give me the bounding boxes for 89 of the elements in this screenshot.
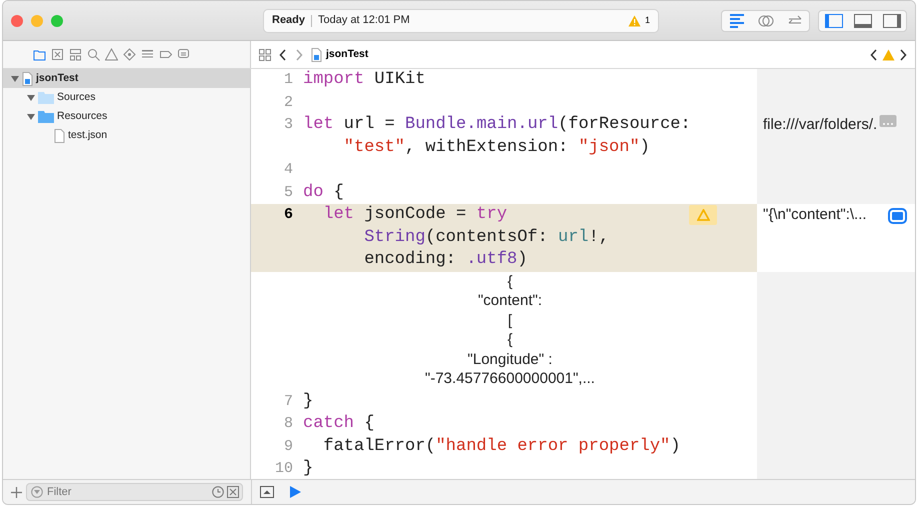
- grid-icon: [259, 48, 271, 60]
- quick-look-button[interactable]: [888, 208, 907, 224]
- window-control-button[interactable]: [51, 14, 63, 26]
- panel-layout-icon: [852, 12, 872, 30]
- segmented-control[interactable]: [721, 10, 810, 32]
- code-line: encoding: .utf8): [364, 249, 528, 271]
- debug-area-button[interactable]: [260, 486, 274, 498]
- line-number: 10: [274, 459, 294, 479]
- rounded-square-icon: [888, 208, 907, 224]
- lines-icon: [728, 12, 746, 30]
- code-line: }: [303, 390, 314, 412]
- code-line: do {: [303, 182, 344, 204]
- disclosure-down-icon: [27, 112, 35, 120]
- result-text: {: [507, 272, 512, 291]
- ellipsis-icon: [879, 114, 898, 128]
- chevron-right-icon: [899, 48, 907, 60]
- chevron-right-icon: [295, 48, 303, 60]
- status-time: Today at 12:01 PM: [318, 13, 410, 28]
- line-number: 2: [282, 92, 294, 112]
- warning-count-button[interactable]: 1: [628, 14, 650, 28]
- result-text: "-73.45776600000001",...: [425, 369, 595, 388]
- line-number: 1: [282, 70, 294, 90]
- result-text: "{\n"content":\...: [763, 205, 867, 225]
- tree-item[interactable]: test.json: [3, 126, 250, 145]
- document-icon: [54, 128, 65, 142]
- line-number: 4: [282, 160, 294, 180]
- panel-layout-icon: [882, 12, 902, 30]
- navigator-tab[interactable]: [105, 48, 118, 61]
- line-number: 5: [282, 182, 294, 202]
- segmented-control[interactable]: [818, 10, 907, 32]
- navigator-tab[interactable]: [69, 48, 82, 61]
- tree-item[interactable]: Sources: [3, 88, 250, 107]
- plus-icon: [11, 486, 22, 498]
- issue-button[interactable]: [882, 48, 895, 60]
- result-text: "content":: [478, 291, 542, 310]
- panel-layout-icon: [824, 12, 844, 30]
- filter-icon: [31, 486, 43, 498]
- project-file-icon: [22, 72, 33, 86]
- warning-icon: [882, 48, 895, 60]
- warning-icon: [696, 209, 710, 221]
- line-number: 3: [282, 115, 294, 135]
- code-line: fatalError("handle error properly"): [323, 436, 680, 458]
- code-line: String(contentsOf: url!,: [364, 226, 610, 248]
- result-text: [: [508, 310, 512, 330]
- clock-icon: [212, 486, 224, 498]
- code-line: catch {: [303, 413, 374, 435]
- back-button[interactable]: [279, 48, 287, 60]
- navigator-tab[interactable]: [87, 48, 100, 61]
- disclosure-down-icon: [11, 74, 19, 82]
- result-text: file:///var/folders/.: [763, 115, 878, 135]
- line-number: 9: [282, 436, 294, 456]
- square-x-icon: [227, 486, 239, 498]
- folder-icon: [38, 91, 54, 104]
- breadcrumb-item[interactable]: jsonTest: [311, 46, 368, 62]
- navigator-tab[interactable]: [123, 48, 136, 61]
- chevron-left-icon: [870, 48, 878, 60]
- run-button[interactable]: [290, 486, 301, 498]
- window-control-button[interactable]: [11, 14, 23, 26]
- filter-field[interactable]: Filter: [26, 483, 243, 501]
- line-number: 6: [251, 204, 303, 272]
- warning-icon: [628, 14, 641, 26]
- tree-item[interactable]: jsonTest: [3, 69, 250, 88]
- navigator-tab[interactable]: [33, 48, 46, 61]
- folder-icon: [38, 110, 54, 123]
- status-text: Ready: [272, 13, 306, 28]
- show-more-button[interactable]: [879, 114, 898, 128]
- line-number: 7: [282, 392, 294, 412]
- previous-issue-button[interactable]: [870, 48, 878, 60]
- forward-button[interactable]: [295, 48, 303, 60]
- tree-item[interactable]: Resources: [3, 107, 250, 126]
- next-issue-button[interactable]: [899, 48, 907, 60]
- code-line: let jsonCode = try: [323, 204, 508, 226]
- play-icon: [290, 486, 301, 498]
- navigator-tab[interactable]: [51, 48, 64, 61]
- code-line: }: [303, 458, 314, 479]
- result-text: "Longitude" :: [468, 350, 552, 369]
- result-text: {: [507, 330, 512, 350]
- navigator-tab[interactable]: [177, 48, 190, 61]
- tray-icon: [260, 486, 274, 498]
- chevron-left-icon: [279, 48, 287, 60]
- code-line: import UIKit: [303, 69, 426, 91]
- code-line: let url = Bundle.main.url(forResource:: [303, 114, 691, 136]
- code-line: "test", withExtension: "json"): [344, 136, 651, 158]
- project-file-icon: [311, 48, 322, 62]
- add-button[interactable]: [11, 486, 22, 498]
- disclosure-down-icon: [27, 94, 35, 102]
- related-items-button[interactable]: [259, 48, 271, 60]
- line-number: 8: [282, 414, 294, 434]
- navigator-tab[interactable]: [159, 48, 172, 61]
